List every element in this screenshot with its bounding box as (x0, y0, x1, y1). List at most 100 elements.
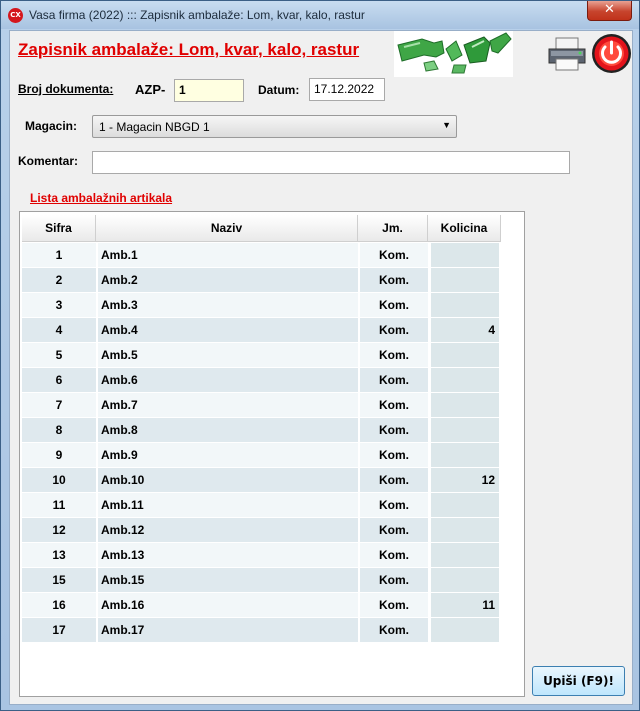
cell-kolicina[interactable] (431, 368, 499, 392)
cell-jm: Kom. (360, 618, 428, 642)
cell-naziv: Amb.10 (98, 468, 358, 492)
cell-kolicina[interactable]: 11 (431, 593, 499, 617)
cell-sifra: 8 (22, 418, 96, 442)
table-row[interactable]: 9 Amb.9 Kom. (22, 443, 522, 468)
cell-jm: Kom. (360, 543, 428, 567)
comment-input[interactable] (92, 151, 570, 174)
cell-kolicina[interactable] (431, 293, 499, 317)
cell-jm: Kom. (360, 493, 428, 517)
cell-sifra: 13 (22, 543, 96, 567)
warehouse-label: Magacin: (25, 119, 78, 133)
app-window: CX Vasa firma (2022) ::: Zapisnik ambala… (0, 0, 640, 711)
cell-sifra: 6 (22, 368, 96, 392)
cell-sifra: 12 (22, 518, 96, 542)
cell-sifra: 15 (22, 568, 96, 592)
cell-kolicina[interactable]: 12 (431, 468, 499, 492)
cell-sifra: 11 (22, 493, 96, 517)
cell-kolicina[interactable] (431, 518, 499, 542)
column-header-kolicina[interactable]: Kolicina (428, 215, 501, 242)
column-header-jm[interactable]: Jm. (358, 215, 428, 242)
cell-sifra: 9 (22, 443, 96, 467)
window-title: Vasa firma (2022) ::: Zapisnik ambalaže:… (29, 8, 365, 22)
title-bar[interactable]: CX Vasa firma (2022) ::: Zapisnik ambala… (1, 1, 639, 29)
doc-number-input[interactable]: 1 (174, 79, 244, 102)
cell-sifra: 3 (22, 293, 96, 317)
table-row[interactable]: 2 Amb.2 Kom. (22, 268, 522, 293)
cell-sifra: 5 (22, 343, 96, 367)
cell-naziv: Amb.1 (98, 243, 358, 267)
page-title: Zapisnik ambalaže: Lom, kvar, kalo, rast… (18, 40, 360, 59)
cell-naziv: Amb.12 (98, 518, 358, 542)
column-header-naziv[interactable]: Naziv (96, 215, 358, 242)
chevron-down-icon: ▼ (442, 120, 451, 130)
cell-naziv: Amb.9 (98, 443, 358, 467)
cell-sifra: 17 (22, 618, 96, 642)
table-row[interactable]: 15 Amb.15 Kom. (22, 568, 522, 593)
comment-label: Komentar: (18, 154, 79, 168)
cell-jm: Kom. (360, 468, 428, 492)
cell-naziv: Amb.8 (98, 418, 358, 442)
form-area: Zapisnik ambalaže: Lom, kvar, kalo, rast… (9, 30, 633, 705)
printer-icon[interactable] (547, 37, 587, 71)
cell-naziv: Amb.3 (98, 293, 358, 317)
table-row[interactable]: 1 Amb.1 Kom. (22, 243, 522, 268)
cell-jm: Kom. (360, 293, 428, 317)
cell-kolicina[interactable] (431, 543, 499, 567)
table-row[interactable]: 17 Amb.17 Kom. (22, 618, 522, 643)
table-row[interactable]: 8 Amb.8 Kom. (22, 418, 522, 443)
cell-kolicina[interactable] (431, 418, 499, 442)
table-row[interactable]: 5 Amb.5 Kom. (22, 343, 522, 368)
cell-naziv: Amb.16 (98, 593, 358, 617)
cell-jm: Kom. (360, 243, 428, 267)
warehouse-selected-value: 1 - Magacin NBGD 1 (99, 120, 210, 134)
cell-jm: Kom. (360, 568, 428, 592)
cell-jm: Kom. (360, 368, 428, 392)
cell-naziv: Amb.2 (98, 268, 358, 292)
warehouse-select[interactable]: 1 - Magacin NBGD 1 ▼ (92, 115, 457, 138)
table-row[interactable]: 13 Amb.13 Kom. (22, 543, 522, 568)
cell-jm: Kom. (360, 268, 428, 292)
cell-sifra: 1 (22, 243, 96, 267)
cell-naziv: Amb.5 (98, 343, 358, 367)
cell-jm: Kom. (360, 393, 428, 417)
doc-number-label: Broj dokumenta: (18, 82, 114, 96)
cell-kolicina[interactable]: 4 (431, 318, 499, 342)
column-header-sifra[interactable]: Sifra (22, 215, 96, 242)
table-row[interactable]: 11 Amb.11 Kom. (22, 493, 522, 518)
date-input[interactable]: 17.12.2022 (309, 78, 385, 101)
cell-kolicina[interactable] (431, 618, 499, 642)
table-row[interactable]: 10 Amb.10 Kom. 12 (22, 468, 522, 493)
doc-prefix: AZP- (135, 82, 166, 97)
save-button[interactable]: Upiši (F9)! (532, 666, 625, 696)
cell-sifra: 2 (22, 268, 96, 292)
cell-kolicina[interactable] (431, 493, 499, 517)
table-row[interactable]: 7 Amb.7 Kom. (22, 393, 522, 418)
cell-jm: Kom. (360, 443, 428, 467)
cell-kolicina[interactable] (431, 568, 499, 592)
cell-naziv: Amb.15 (98, 568, 358, 592)
cell-kolicina[interactable] (431, 268, 499, 292)
cell-jm: Kom. (360, 318, 428, 342)
cell-sifra: 7 (22, 393, 96, 417)
table-row[interactable]: 3 Amb.3 Kom. (22, 293, 522, 318)
cell-kolicina[interactable] (431, 393, 499, 417)
cell-naziv: Amb.11 (98, 493, 358, 517)
table-row[interactable]: 6 Amb.6 Kom. (22, 368, 522, 393)
table-row[interactable]: 4 Amb.4 Kom. 4 (22, 318, 522, 343)
power-icon[interactable] (591, 33, 632, 74)
cell-kolicina[interactable] (431, 343, 499, 367)
list-title: Lista ambalažnih artikala (30, 191, 173, 205)
broken-bottles-image (394, 31, 513, 77)
cell-kolicina[interactable] (431, 243, 499, 267)
cell-sifra: 4 (22, 318, 96, 342)
date-label: Datum: (258, 83, 300, 97)
cell-naziv: Amb.7 (98, 393, 358, 417)
app-icon: CX (8, 8, 23, 23)
close-button[interactable]: ✕ (587, 1, 632, 21)
table-row[interactable]: 16 Amb.16 Kom. 11 (22, 593, 522, 618)
table-row[interactable]: 12 Amb.12 Kom. (22, 518, 522, 543)
cell-naziv: Amb.17 (98, 618, 358, 642)
cell-jm: Kom. (360, 518, 428, 542)
cell-naziv: Amb.4 (98, 318, 358, 342)
cell-kolicina[interactable] (431, 443, 499, 467)
